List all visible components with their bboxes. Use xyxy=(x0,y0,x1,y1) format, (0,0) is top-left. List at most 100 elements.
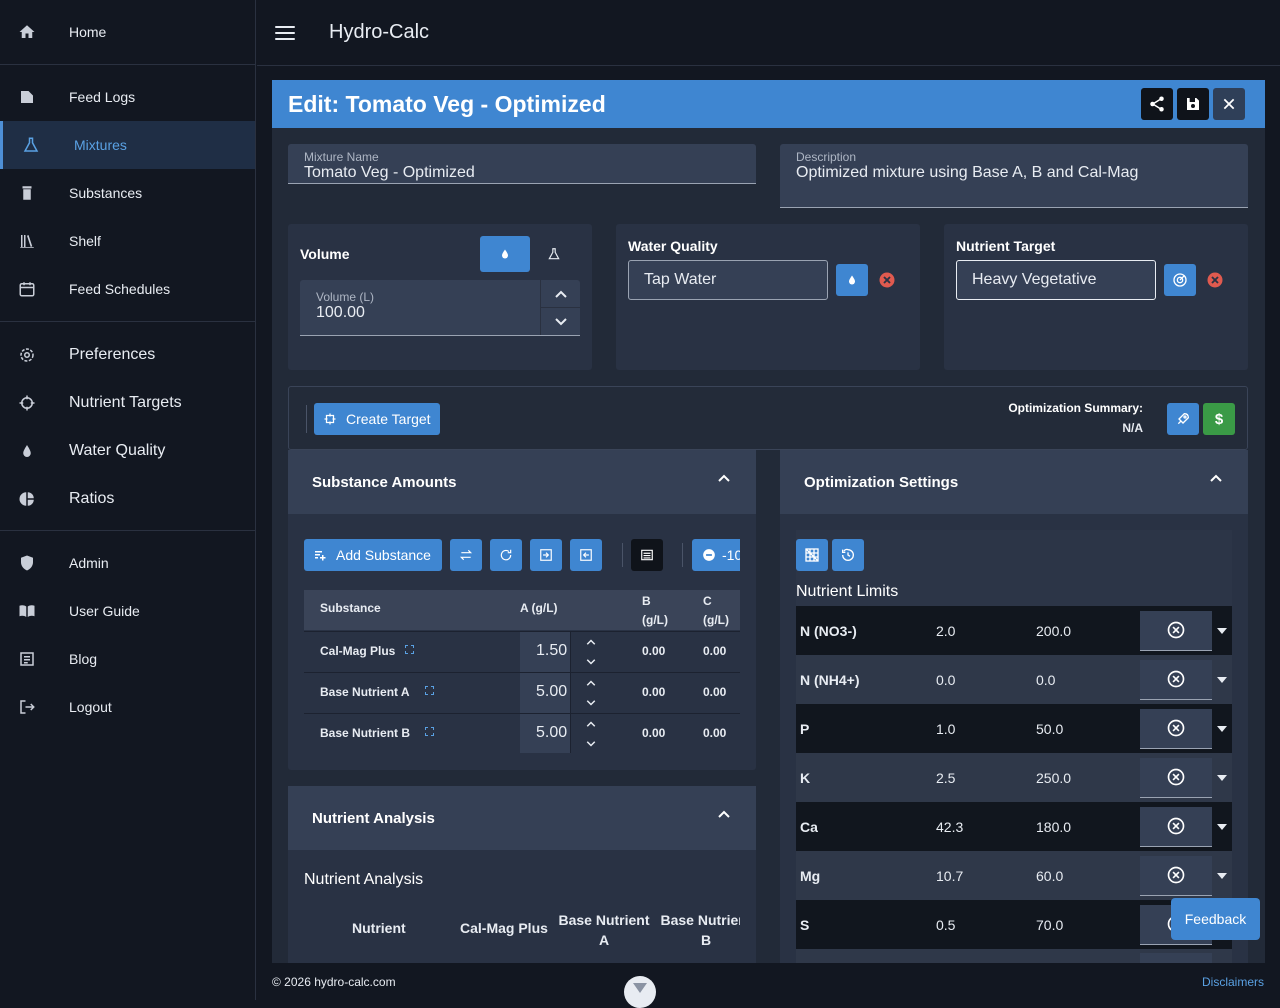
sidebar-item-nutrient-targets[interactable]: Nutrient Targets xyxy=(0,379,255,427)
grid-off-button[interactable] xyxy=(796,539,828,571)
amount-a-decrement[interactable] xyxy=(570,693,610,713)
nutrient-analysis-header[interactable]: Nutrient Analysis xyxy=(288,786,756,850)
decrement-amount-button[interactable]: -10 xyxy=(692,539,740,571)
feedback-button[interactable]: Feedback xyxy=(1171,898,1260,940)
nutrient-target-select[interactable]: Heavy Vegetative xyxy=(956,260,1156,300)
import-button[interactable] xyxy=(530,539,562,571)
nutrient-limit-dropdown[interactable] xyxy=(1212,627,1232,634)
nutrient-target-button[interactable] xyxy=(1164,264,1196,296)
volume-flask-toggle[interactable] xyxy=(536,236,572,272)
disclaimers-link[interactable]: Disclaimers xyxy=(1202,975,1264,989)
export-button[interactable] xyxy=(570,539,602,571)
nutrient-max[interactable]: 50.0 xyxy=(1036,721,1140,737)
nutrient-limit-dropdown[interactable] xyxy=(1212,774,1232,781)
scroll-down-button[interactable] xyxy=(624,976,656,1008)
description-field[interactable]: Description Optimized mixture using Base… xyxy=(780,144,1248,208)
water-quality-button[interactable] xyxy=(836,264,868,296)
amount-a-input[interactable]: 5.00 xyxy=(520,673,610,714)
substance-name[interactable]: Base Nutrient B xyxy=(320,726,410,740)
sidebar-item-home[interactable]: Home xyxy=(0,8,255,56)
amount-a-increment[interactable] xyxy=(570,673,610,693)
sidebar-item-mixtures[interactable]: Mixtures xyxy=(0,121,255,169)
cost-button[interactable]: $ xyxy=(1203,403,1235,435)
volume-increment-button[interactable] xyxy=(540,280,580,308)
nutrient-max[interactable]: 70.0 xyxy=(1036,917,1140,933)
nutrient-max[interactable]: 200.0 xyxy=(1036,623,1140,639)
sidebar-item-label: Ratios xyxy=(69,490,115,507)
share-button[interactable] xyxy=(1141,88,1173,120)
nutrient-max[interactable]: 250.0 xyxy=(1036,770,1140,786)
sidebar-item-blog[interactable]: Blog xyxy=(0,635,255,683)
mixture-name-field[interactable]: Mixture Name Tomato Veg - Optimized xyxy=(288,144,756,184)
sidebar-item-label: User Guide xyxy=(69,603,140,619)
amount-a-input[interactable]: 1.50 xyxy=(520,632,610,673)
sidebar-item-feed-schedules[interactable]: Feed Schedules xyxy=(0,265,255,313)
nutrient-limits-title: Nutrient Limits xyxy=(796,583,899,600)
reset-limits-button[interactable] xyxy=(832,539,864,571)
volume-decrement-button[interactable] xyxy=(540,308,580,335)
amount-a-decrement[interactable] xyxy=(570,734,610,753)
history-icon xyxy=(842,548,854,561)
swap-button[interactable] xyxy=(450,539,482,571)
amount-a-increment[interactable] xyxy=(570,714,610,734)
nutrient-min[interactable]: 42.3 xyxy=(936,819,1036,835)
nutrient-max[interactable]: 180.0 xyxy=(1036,819,1140,835)
refresh-button[interactable] xyxy=(490,539,522,571)
open-substance-icon[interactable] xyxy=(405,645,415,654)
substance-amounts-header[interactable]: Substance Amounts xyxy=(288,450,756,514)
volume-input[interactable]: Volume (L) 100.00 xyxy=(300,280,580,336)
amount-a-increment[interactable] xyxy=(570,632,610,652)
amount-a-decrement[interactable] xyxy=(570,652,610,672)
amount-c-value: 0.00 xyxy=(703,726,727,740)
amount-a-value: 5.00 xyxy=(536,683,568,700)
open-substance-icon[interactable] xyxy=(425,727,434,736)
sidebar-item-preferences[interactable]: Preferences xyxy=(0,331,255,379)
substance-name[interactable]: Cal-Mag Plus xyxy=(320,644,395,658)
nutrient-min[interactable]: 2.0 xyxy=(936,623,1036,639)
optimization-settings-header[interactable]: Optimization Settings xyxy=(780,450,1248,514)
nutrient-min[interactable]: 2.5 xyxy=(936,770,1036,786)
sidebar-item-substances[interactable]: Substances xyxy=(0,169,255,217)
nutrient-min[interactable]: 1.0 xyxy=(936,721,1036,737)
table-row: Base Nutrient B 5.00 0.00 0.00 xyxy=(304,713,740,753)
menu-icon[interactable] xyxy=(275,25,295,40)
sidebar-item-shelf[interactable]: Shelf xyxy=(0,217,255,265)
table-view-button[interactable] xyxy=(631,539,663,571)
volume-liquid-toggle[interactable] xyxy=(480,236,530,272)
save-button[interactable] xyxy=(1177,88,1209,120)
sidebar-item-admin[interactable]: Admin xyxy=(0,539,255,587)
clear-nutrient-target-button[interactable] xyxy=(1206,271,1224,289)
exclude-nutrient-button[interactable] xyxy=(1140,708,1212,749)
chevron-down-icon xyxy=(633,983,647,993)
optimize-button[interactable] xyxy=(1167,403,1199,435)
sidebar-item-user-guide[interactable]: User Guide xyxy=(0,587,255,635)
close-button[interactable] xyxy=(1213,88,1245,120)
exclude-nutrient-button[interactable] xyxy=(1140,659,1212,700)
nutrient-min[interactable]: 0.5 xyxy=(936,917,1036,933)
exclude-nutrient-button[interactable] xyxy=(1140,806,1212,847)
nutrient-min[interactable]: 10.7 xyxy=(936,868,1036,884)
crosshair-icon xyxy=(324,413,336,425)
water-quality-select[interactable]: Tap Water xyxy=(628,260,828,300)
sidebar-item-ratios[interactable]: Ratios xyxy=(0,475,255,523)
nutrient-limit-dropdown[interactable] xyxy=(1212,676,1232,683)
add-substance-button[interactable]: Add Substance xyxy=(304,539,442,571)
sidebar-item-water-quality[interactable]: Water Quality xyxy=(0,427,255,475)
exclude-nutrient-button[interactable] xyxy=(1140,855,1212,896)
sidebar-item-logout[interactable]: Logout xyxy=(0,683,255,731)
open-substance-icon[interactable] xyxy=(425,686,434,695)
exclude-nutrient-button[interactable] xyxy=(1140,610,1212,651)
clear-water-quality-button[interactable] xyxy=(878,271,896,289)
sidebar-item-feed-logs[interactable]: Feed Logs xyxy=(0,73,255,121)
home-icon xyxy=(18,23,36,41)
nutrient-limit-dropdown[interactable] xyxy=(1212,872,1232,879)
substance-name[interactable]: Base Nutrient A xyxy=(320,685,410,699)
exclude-nutrient-button[interactable] xyxy=(1140,757,1212,798)
create-target-button[interactable]: Create Target xyxy=(314,403,440,435)
nutrient-limit-dropdown[interactable] xyxy=(1212,725,1232,732)
nutrient-max[interactable]: 60.0 xyxy=(1036,868,1140,884)
nutrient-max[interactable]: 0.0 xyxy=(1036,672,1140,688)
nutrient-min[interactable]: 0.0 xyxy=(936,672,1036,688)
amount-a-input[interactable]: 5.00 xyxy=(520,714,610,753)
nutrient-limit-dropdown[interactable] xyxy=(1212,823,1232,830)
